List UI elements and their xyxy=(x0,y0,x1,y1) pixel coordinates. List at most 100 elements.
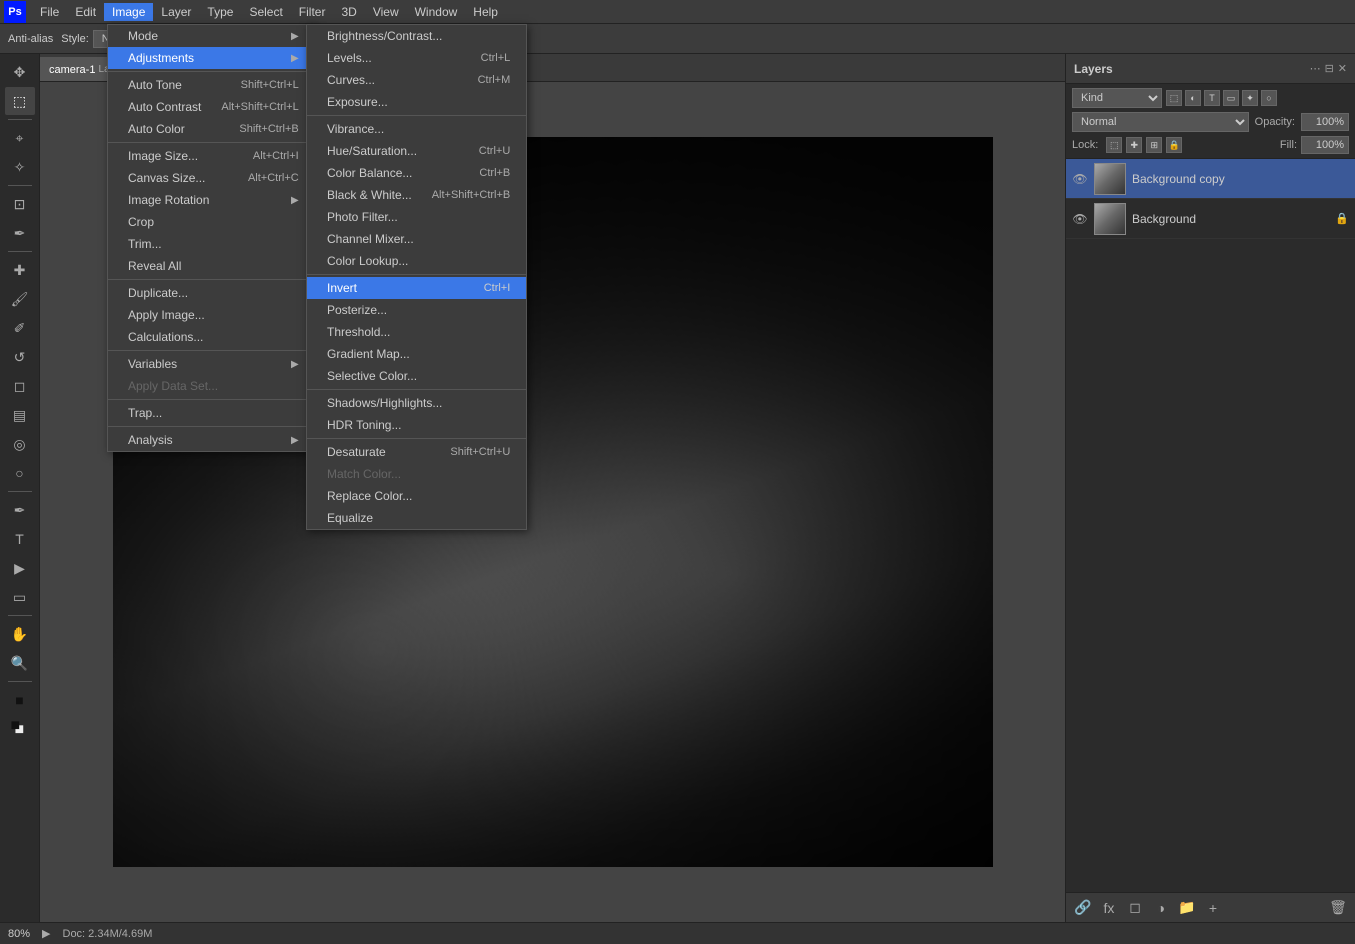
image-menu-auto-tone[interactable]: Auto Tone Shift+Ctrl+L xyxy=(108,74,315,96)
adj-levels[interactable]: Levels... Ctrl+L xyxy=(307,47,526,69)
adj-hdr-toning[interactable]: HDR Toning... xyxy=(307,414,526,436)
adj-photo-filter[interactable]: Photo Filter... xyxy=(307,206,526,228)
adj-brightness-contrast[interactable]: Brightness/Contrast... xyxy=(307,25,526,47)
layer-delete-button[interactable]: 🗑 xyxy=(1327,897,1349,919)
menu-edit[interactable]: Edit xyxy=(67,3,104,21)
hdr-toning-label: HDR Toning... xyxy=(327,418,401,432)
adj-gradient-map[interactable]: Gradient Map... xyxy=(307,343,526,365)
adj-replace-color[interactable]: Replace Color... xyxy=(307,485,526,507)
menu-help[interactable]: Help xyxy=(465,3,506,21)
image-menu-variables[interactable]: Variables ▶ xyxy=(108,353,315,375)
image-menu-crop[interactable]: Crop xyxy=(108,211,315,233)
image-menu-apply-image[interactable]: Apply Image... xyxy=(108,304,315,326)
crop-tool[interactable]: ⊡ xyxy=(5,190,35,218)
zoom-tool[interactable]: 🔍 xyxy=(5,649,35,677)
adj-vibrance[interactable]: Vibrance... xyxy=(307,118,526,140)
dodge-tool[interactable]: ○ xyxy=(5,459,35,487)
menu-select[interactable]: Select xyxy=(241,3,290,21)
menu-3d[interactable]: 3D xyxy=(333,3,364,21)
magic-wand-tool[interactable]: ✧ xyxy=(5,153,35,181)
image-menu-auto-contrast[interactable]: Auto Contrast Alt+Shift+Ctrl+L xyxy=(108,96,315,118)
layer-adjustment-button[interactable]: ◑ xyxy=(1150,897,1172,919)
menu-view[interactable]: View xyxy=(365,3,407,21)
layer-group-button[interactable]: 📁 xyxy=(1176,897,1198,919)
image-menu-trap[interactable]: Trap... xyxy=(108,402,315,424)
image-menu-auto-color[interactable]: Auto Color Shift+Ctrl+B xyxy=(108,118,315,140)
history-brush-tool[interactable]: ↺ xyxy=(5,343,35,371)
layer-mask-button[interactable]: ◻ xyxy=(1124,897,1146,919)
adj-exposure[interactable]: Exposure... xyxy=(307,91,526,113)
eraser-tool[interactable]: ◻ xyxy=(5,372,35,400)
adj-color-lookup[interactable]: Color Lookup... xyxy=(307,250,526,272)
eyedropper-tool[interactable]: ✒ xyxy=(5,219,35,247)
path-select-tool[interactable]: ▶ xyxy=(5,554,35,582)
layers-search-icon[interactable]: ⋯ xyxy=(1310,62,1321,75)
image-menu-canvas-size[interactable]: Canvas Size... Alt+Ctrl+C xyxy=(108,167,315,189)
heal-tool[interactable]: ✚ xyxy=(5,256,35,284)
image-menu-duplicate[interactable]: Duplicate... xyxy=(108,282,315,304)
adj-posterize[interactable]: Posterize... xyxy=(307,299,526,321)
image-menu-mode[interactable]: Mode ▶ xyxy=(108,25,315,47)
adj-invert[interactable]: Invert Ctrl+I xyxy=(307,277,526,299)
image-menu-image-size[interactable]: Image Size... Alt+Ctrl+I xyxy=(108,145,315,167)
layer-fx-button[interactable]: fx xyxy=(1098,897,1120,919)
kind-type-icon[interactable]: T xyxy=(1204,90,1220,106)
kind-select[interactable]: Kind xyxy=(1072,88,1162,108)
layer-new-button[interactable]: + xyxy=(1202,897,1224,919)
fill-input[interactable] xyxy=(1301,136,1349,154)
background-color-tool[interactable]: ■ ■ xyxy=(5,715,35,743)
kind-pixel-icon[interactable]: ⬚ xyxy=(1166,90,1182,106)
layers-close-icon[interactable]: ✕ xyxy=(1338,62,1347,75)
lock-all-icon[interactable]: 🔒 xyxy=(1166,137,1182,153)
menu-filter[interactable]: Filter xyxy=(291,3,334,21)
menu-image[interactable]: Image xyxy=(104,3,153,21)
adj-desaturate[interactable]: Desaturate Shift+Ctrl+U xyxy=(307,441,526,463)
layer-item-background[interactable]: 👁 Background 🔒 xyxy=(1066,199,1355,239)
adj-channel-mixer[interactable]: Channel Mixer... xyxy=(307,228,526,250)
marquee-tool[interactable]: ⬚ xyxy=(5,87,35,115)
menu-window[interactable]: Window xyxy=(407,3,466,21)
image-menu-analysis[interactable]: Analysis ▶ xyxy=(108,429,315,451)
layers-collapse-icon[interactable]: ⊟ xyxy=(1325,62,1334,75)
image-menu-trim[interactable]: Trim... xyxy=(108,233,315,255)
menu-layer[interactable]: Layer xyxy=(153,3,199,21)
lock-position-icon[interactable]: ✚ xyxy=(1126,137,1142,153)
adj-curves[interactable]: Curves... Ctrl+M xyxy=(307,69,526,91)
move-tool[interactable]: ✥ xyxy=(5,58,35,86)
image-menu-adjustments[interactable]: Adjustments ▶ xyxy=(108,47,315,69)
lasso-tool[interactable]: ⌖ xyxy=(5,124,35,152)
kind-shape-icon[interactable]: ▭ xyxy=(1223,90,1239,106)
brush-tool[interactable]: 🖌 xyxy=(5,285,35,313)
lock-artboard-icon[interactable]: ⊞ xyxy=(1146,137,1162,153)
hand-tool[interactable]: ✋ xyxy=(5,620,35,648)
image-menu-reveal-all[interactable]: Reveal All xyxy=(108,255,315,277)
adj-black-white[interactable]: Black & White... Alt+Shift+Ctrl+B xyxy=(307,184,526,206)
pen-tool[interactable]: ✒ xyxy=(5,496,35,524)
adj-hue-saturation[interactable]: Hue/Saturation... Ctrl+U xyxy=(307,140,526,162)
shape-tool[interactable]: ▭ xyxy=(5,583,35,611)
adj-shadows-highlights[interactable]: Shadows/Highlights... xyxy=(307,392,526,414)
layer-eye-background[interactable]: 👁 xyxy=(1072,211,1088,227)
type-tool[interactable]: T xyxy=(5,525,35,553)
kind-smart-icon[interactable]: ✦ xyxy=(1242,90,1258,106)
blur-tool[interactable]: ◎ xyxy=(5,430,35,458)
adj-color-balance[interactable]: Color Balance... Ctrl+B xyxy=(307,162,526,184)
layer-item-background-copy[interactable]: 👁 Background copy xyxy=(1066,159,1355,199)
lock-pixels-icon[interactable]: ⬚ xyxy=(1106,137,1122,153)
layer-eye-background-copy[interactable]: 👁 xyxy=(1072,171,1088,187)
foreground-color-tool[interactable]: ■ xyxy=(5,686,35,714)
opacity-input[interactable] xyxy=(1301,113,1349,131)
menu-file[interactable]: File xyxy=(32,3,67,21)
kind-circle-icon[interactable]: ○ xyxy=(1261,90,1277,106)
clone-stamp-tool[interactable]: ✐ xyxy=(5,314,35,342)
adj-threshold[interactable]: Threshold... xyxy=(307,321,526,343)
adj-selective-color[interactable]: Selective Color... xyxy=(307,365,526,387)
menu-type[interactable]: Type xyxy=(199,3,241,21)
image-menu-image-rotation[interactable]: Image Rotation ▶ xyxy=(108,189,315,211)
image-menu-calculations[interactable]: Calculations... xyxy=(108,326,315,348)
layer-link-button[interactable]: 🔗 xyxy=(1072,897,1094,919)
blend-mode-select[interactable]: Normal xyxy=(1072,112,1249,132)
gradient-tool[interactable]: ▤ xyxy=(5,401,35,429)
kind-adjust-icon[interactable]: ◐ xyxy=(1185,90,1201,106)
adj-equalize[interactable]: Equalize xyxy=(307,507,526,529)
